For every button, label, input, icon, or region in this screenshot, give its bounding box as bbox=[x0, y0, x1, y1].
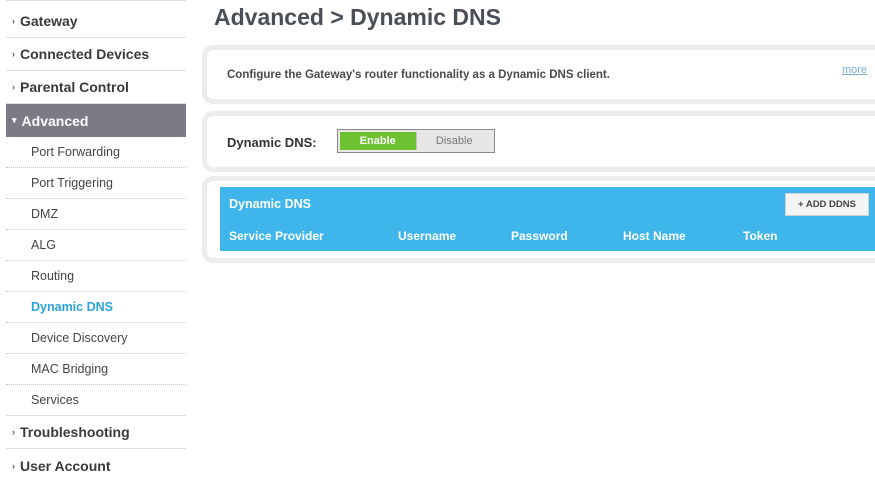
toggle-card: Dynamic DNS: Enable Disable bbox=[207, 116, 875, 167]
nav-mac-bridging[interactable]: MAC Bridging bbox=[6, 354, 186, 385]
nav-port-forwarding[interactable]: Port Forwarding bbox=[6, 137, 186, 168]
nav-routing[interactable]: Routing bbox=[6, 261, 186, 292]
column-header-token: Token bbox=[743, 229, 778, 243]
column-header-password: Password bbox=[511, 229, 568, 243]
ddns-table-title: Dynamic DNS bbox=[229, 197, 311, 211]
nav-parental-control[interactable]: › Parental Control bbox=[6, 71, 186, 104]
nav-services[interactable]: Services bbox=[6, 385, 186, 416]
nav-advanced[interactable]: ▾ Advanced bbox=[6, 104, 186, 137]
nav-troubleshooting-label: Troubleshooting bbox=[20, 424, 130, 440]
caret-right-icon: › bbox=[12, 49, 15, 59]
ddns-table-card: Dynamic DNS + ADD DDNS Service Provider … bbox=[207, 181, 875, 258]
ddns-table-header: Dynamic DNS + ADD DDNS Service Provider … bbox=[220, 187, 875, 251]
nav-dmz[interactable]: DMZ bbox=[6, 199, 186, 230]
nav-connected-devices-label: Connected Devices bbox=[20, 46, 150, 62]
description-text: Configure the Gateway's router functiona… bbox=[227, 69, 610, 81]
enable-button[interactable]: Enable bbox=[340, 132, 416, 150]
column-header-service-provider: Service Provider bbox=[229, 229, 324, 243]
dynamic-dns-toggle-label: Dynamic DNS: bbox=[227, 135, 317, 150]
caret-right-icon: › bbox=[12, 82, 15, 92]
nav-device-discovery[interactable]: Device Discovery bbox=[6, 323, 186, 354]
nav-dynamic-dns[interactable]: Dynamic DNS bbox=[6, 292, 186, 323]
description-card: Configure the Gateway's router functiona… bbox=[207, 50, 875, 99]
nav-connected-devices[interactable]: › Connected Devices bbox=[6, 38, 186, 71]
nav-alg[interactable]: ALG bbox=[6, 230, 186, 261]
nav-gateway[interactable]: › Gateway bbox=[6, 0, 186, 38]
add-ddns-button[interactable]: + ADD DDNS bbox=[785, 193, 869, 216]
sidebar: › Gateway › Connected Devices › Parental… bbox=[6, 0, 186, 482]
caret-right-icon: › bbox=[12, 460, 15, 471]
nav-user-account-label: User Account bbox=[20, 457, 111, 474]
nav-advanced-label: Advanced bbox=[21, 112, 89, 129]
nav-troubleshooting[interactable]: › Troubleshooting bbox=[6, 416, 186, 449]
dynamic-dns-toggle: Enable Disable bbox=[337, 129, 495, 153]
nav-user-account[interactable]: › User Account bbox=[6, 449, 186, 482]
nav-port-triggering[interactable]: Port Triggering bbox=[6, 168, 186, 199]
more-link[interactable]: more bbox=[842, 64, 867, 76]
page-title: Advanced > Dynamic DNS bbox=[214, 4, 501, 30]
column-header-host-name: Host Name bbox=[623, 229, 686, 243]
caret-right-icon: › bbox=[12, 427, 15, 437]
nav-gateway-label: Gateway bbox=[20, 13, 78, 29]
nav-parental-control-label: Parental Control bbox=[20, 79, 129, 95]
caret-right-icon: › bbox=[12, 16, 15, 26]
caret-down-icon: ▾ bbox=[12, 115, 17, 125]
disable-button[interactable]: Disable bbox=[415, 132, 492, 150]
column-header-username: Username bbox=[398, 229, 457, 243]
